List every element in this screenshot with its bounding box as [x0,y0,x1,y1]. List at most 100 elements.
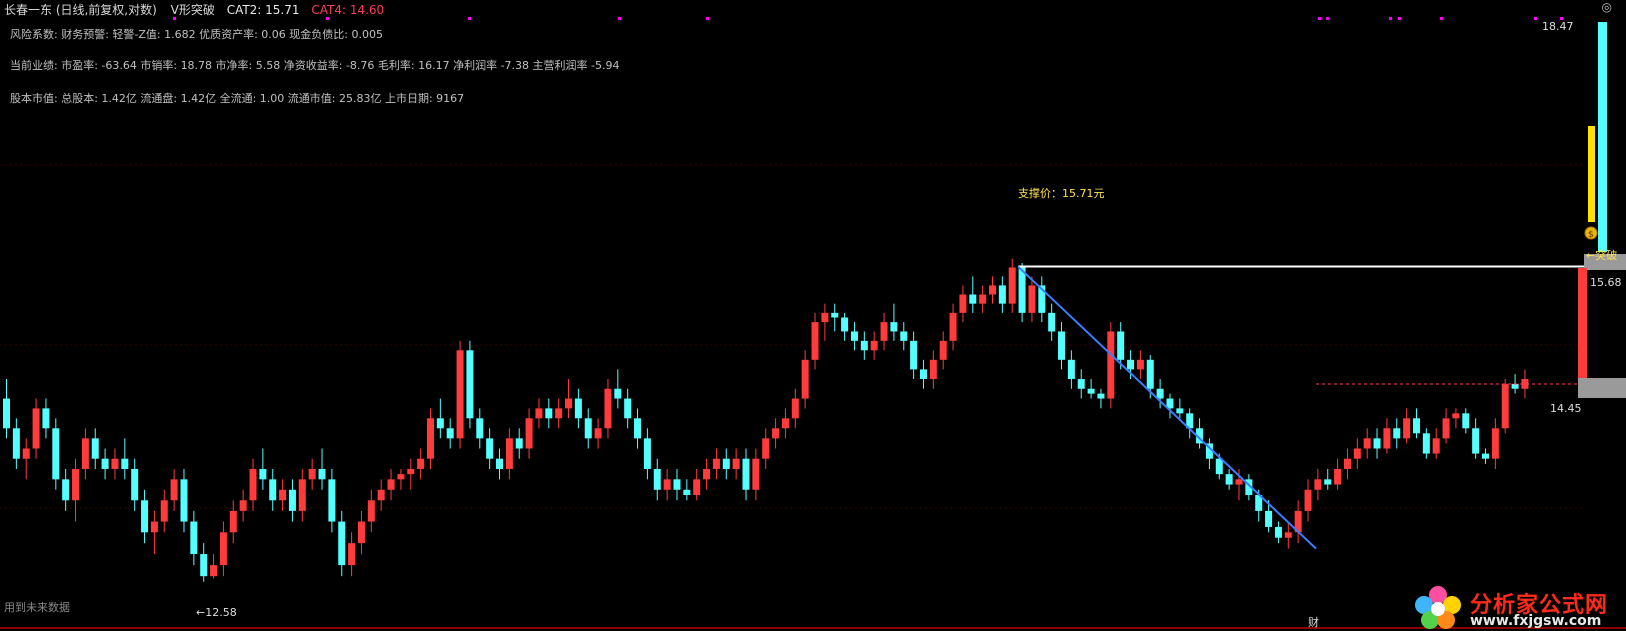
performance-info-line: 当前业绩: 市盈率: -63.64 市销率: 18.78 市净率: 5.58 净… [10,59,620,72]
candle-body [1225,474,1233,485]
candle-body [1156,388,1164,399]
candle-body [1324,479,1332,485]
trend-line [1017,265,1317,550]
candle-body [535,408,543,419]
cat4-value: CAT4: 14.60 [311,3,385,17]
candle-body [1077,379,1085,389]
candle-body [663,479,671,490]
candle-body [1343,458,1351,469]
candle-body [32,408,40,449]
candle-body [1087,388,1095,394]
candle-body [1274,526,1282,538]
candle-body [781,418,789,429]
candle-body [387,479,395,490]
candle-body [1018,267,1026,313]
candle-body [298,479,306,511]
signal-marker [1398,17,1401,20]
candle-body [1482,453,1489,459]
candle-body [722,458,730,469]
signal-marker [1389,17,1392,20]
candle-body [308,468,316,480]
yellow-signal-bar [1588,126,1595,222]
candle-body [397,474,405,480]
settings-icon[interactable]: ◎ [1602,0,1612,14]
candle-body [545,408,553,419]
candle-body [1107,331,1115,399]
candle-body [131,468,139,501]
candle-body [860,340,868,351]
candle-body [1393,428,1401,439]
candle-body [62,479,70,501]
candle-body [1353,448,1361,459]
candle-body [910,340,918,370]
candle-body [1511,383,1519,389]
indicator-name[interactable]: V形突破 [171,3,215,17]
candle-body [200,554,208,577]
candle-body [377,489,385,501]
range-box [1578,378,1626,398]
candle-body [357,521,365,544]
candle-body [496,458,503,469]
candle-body [683,489,691,496]
candle-body [515,438,523,449]
low-price-label: ←12.58 [196,606,237,619]
candle-body [141,500,149,533]
cat2-value: CAT2: 15.71 [226,3,300,17]
candle-body [486,438,494,459]
stock-title[interactable]: 长春一东 (日线,前复权,对数) [4,3,157,17]
candle-body [1146,359,1154,389]
candle-body [673,479,681,490]
candle-body [446,428,454,439]
signal-marker [1534,17,1537,20]
candle-body [1008,267,1016,304]
candle-body [624,398,632,419]
candle-body [821,312,829,323]
fin-badge[interactable]: 财 [1308,615,1319,629]
signal-marker [1440,17,1443,20]
candle-body [1472,428,1480,454]
candle-body [870,340,878,351]
candle-body [417,458,425,469]
candle-body [762,438,770,459]
candle-body [1412,418,1420,434]
candle-body [752,458,760,490]
candle-body [150,521,158,533]
candle-body [831,312,839,318]
candle-body [219,532,227,566]
candle-body [269,479,277,501]
candle-body [72,468,80,501]
candle-body [1215,458,1223,475]
candle-body [1117,331,1125,360]
signal-marker [706,17,709,20]
candle-body [12,428,20,459]
candle-body [328,479,336,522]
signal-marker [1326,17,1329,20]
candle-body [210,565,218,577]
candle-body [653,468,661,490]
candle-body [338,521,346,566]
candle-body [436,418,444,429]
candle-body [643,438,651,469]
candle-body [288,489,296,511]
breakout-cyan-bar [1598,22,1607,252]
candle-body [180,479,188,522]
price-label-low: 14.45 [1550,402,1582,415]
signal-marker [468,17,471,20]
candle-body [279,489,287,501]
candle-body [594,428,602,439]
candle-body [1067,359,1075,380]
candle-body [732,458,740,469]
candle-body [1028,285,1036,313]
candle-body [1334,468,1342,485]
candle-body [584,418,592,439]
breakout-label: ←突破 [1586,248,1617,262]
candle-body [1136,359,1144,370]
candle-body [190,521,198,555]
candle-body [742,458,750,490]
candle-body [170,479,178,501]
candle-body [476,418,484,439]
candle-body [1284,532,1292,538]
candle-body [890,322,898,332]
candle-body [791,398,799,419]
breakout-red-bar [1578,268,1587,378]
